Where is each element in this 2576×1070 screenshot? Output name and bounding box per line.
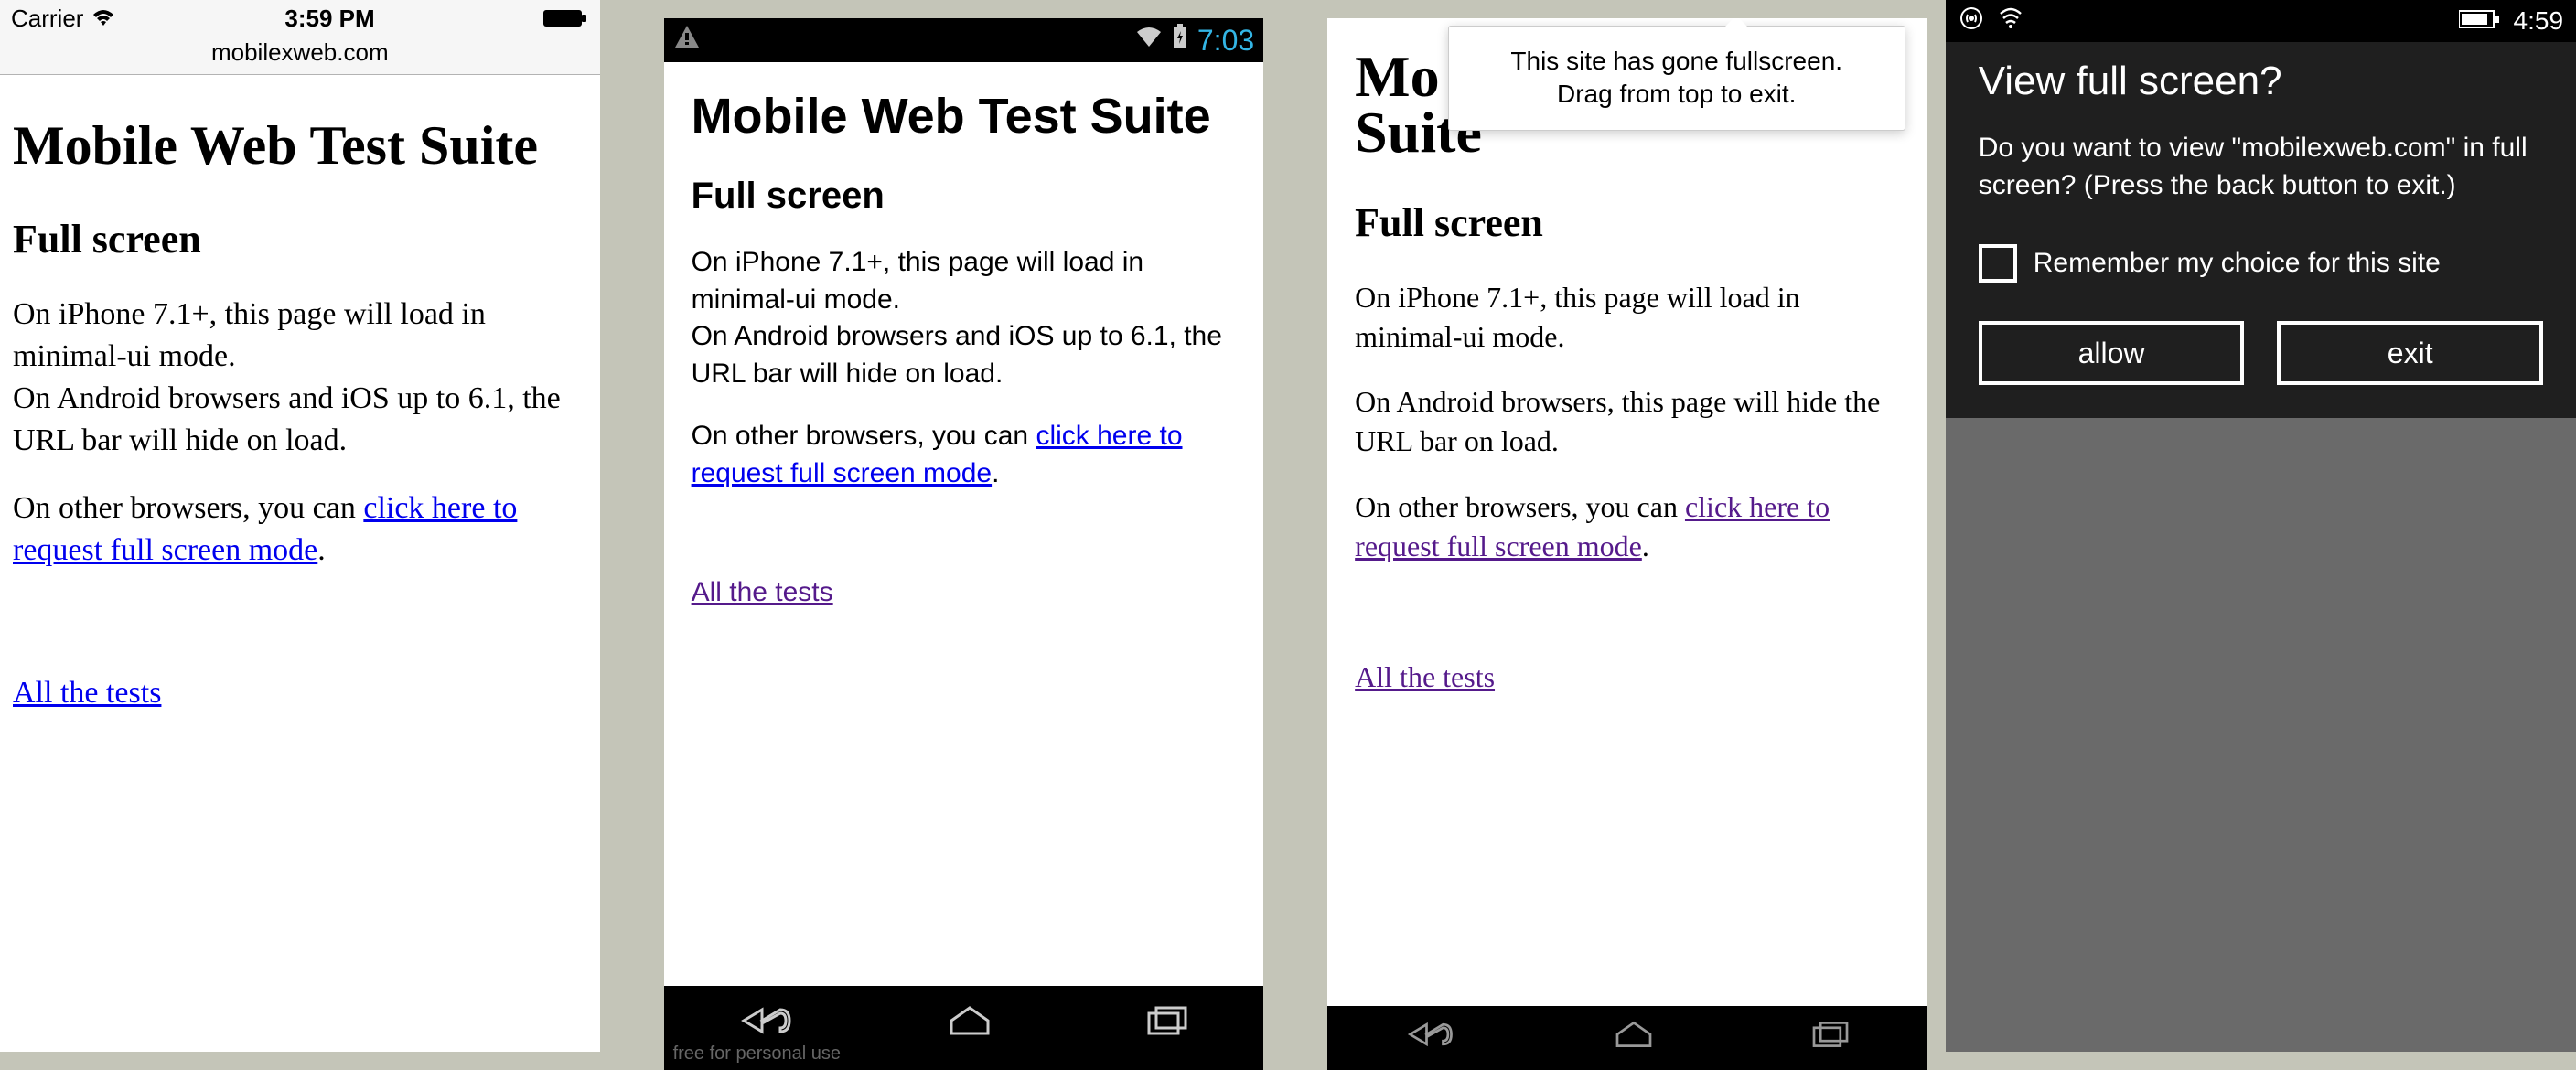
- body-text-2-suffix: .: [992, 458, 999, 488]
- windows-phone-panel: 4:59 View full screen? Do you want to vi…: [1946, 0, 2576, 1052]
- ios-status-bar: Carrier 3:59 PM: [0, 0, 600, 37]
- vibrate-icon: [1959, 5, 1984, 37]
- battery-charging-icon: [1172, 24, 1188, 57]
- footer-label: free for personal use: [673, 1043, 841, 1065]
- ios-url-bar[interactable]: mobilexweb.com: [0, 37, 600, 75]
- dialog-body: Do you want to view "mobilexweb.com" in …: [1979, 130, 2543, 204]
- dialog-title: View full screen?: [1979, 59, 2543, 104]
- recent-apps-icon[interactable]: [1805, 1018, 1856, 1055]
- android-nav-bar: free for personal use: [664, 986, 1264, 1070]
- recent-apps-icon[interactable]: [1142, 1002, 1193, 1043]
- body-text-1: On iPhone 7.1+, this page will load in m…: [692, 244, 1237, 392]
- android-status-bar: 7:03: [664, 18, 1264, 62]
- all-tests-link[interactable]: All the tests: [1355, 658, 1900, 697]
- body-text-2-suffix: .: [317, 533, 326, 567]
- body-text-2: On other browsers, you can click here to…: [1355, 487, 1900, 566]
- body-text-2: On other browsers, you can click here to…: [692, 418, 1237, 492]
- section-heading: Full screen: [692, 171, 1237, 220]
- status-time: 4:59: [2514, 6, 2564, 36]
- toast-line-2: Drag from top to exit.: [1475, 78, 1879, 111]
- body-text-2: On other browsers, you can click here to…: [13, 487, 587, 572]
- all-tests-link[interactable]: All the tests: [13, 672, 587, 714]
- fullscreen-dialog: View full screen? Do you want to view "m…: [1946, 42, 2576, 418]
- carrier-label: Carrier: [11, 5, 83, 33]
- battery-icon: [2459, 6, 2501, 36]
- home-icon[interactable]: [1605, 1018, 1663, 1055]
- url-text: mobilexweb.com: [211, 38, 389, 66]
- wifi-icon: [1997, 6, 2024, 37]
- section-heading: Full screen: [1355, 196, 1900, 250]
- checkbox-box[interactable]: [1979, 244, 2017, 283]
- page-content: Mobile Web Test Suite Full screen On iPh…: [0, 75, 600, 727]
- body-text-1b: On Android browsers, this page will hide…: [1355, 382, 1900, 461]
- android-nav-bar: [1327, 1006, 1927, 1070]
- remember-checkbox-row[interactable]: Remember my choice for this site: [1979, 244, 2543, 283]
- all-tests-link[interactable]: All the tests: [692, 574, 1237, 612]
- wifi-icon: [91, 9, 116, 27]
- body-text-1: On iPhone 7.1+, this page will load in m…: [13, 294, 587, 462]
- dialog-buttons: allow exit: [1979, 321, 2543, 385]
- back-icon[interactable]: [735, 1002, 799, 1043]
- android-chrome-panel: 7:03 Mobile Web Test Suite Full screen O…: [664, 18, 1264, 1070]
- body-text-2-prefix: On other browsers, you can: [1355, 490, 1685, 523]
- section-heading: Full screen: [13, 212, 587, 266]
- wifi-icon: [1135, 25, 1163, 56]
- back-icon[interactable]: [1399, 1018, 1463, 1055]
- body-text-2-prefix: On other browsers, you can: [13, 491, 363, 525]
- status-time: 7:03: [1197, 24, 1254, 58]
- page-title: Mobile Web Test Suite: [692, 90, 1237, 144]
- battery-icon: [543, 8, 589, 28]
- body-text-2-prefix: On other browsers, you can: [692, 421, 1036, 451]
- body-text-1a: On iPhone 7.1+, this page will load in m…: [1355, 278, 1900, 357]
- fullscreen-toast: This site has gone fullscreen. Drag from…: [1448, 26, 1905, 131]
- page-title: Mobile Web Test Suite: [13, 115, 587, 176]
- ios-safari-panel: Carrier 3:59 PM mobilexweb.com Mobile We…: [0, 0, 600, 1052]
- exit-button[interactable]: exit: [2277, 321, 2543, 385]
- wp-status-bar: 4:59: [1946, 0, 2576, 42]
- page-content: Mobile Web Test Suite Full screen On iPh…: [664, 62, 1264, 630]
- body-text-2-suffix: .: [1642, 530, 1649, 562]
- warning-icon: [673, 24, 701, 57]
- android-fullscreen-panel: MoSuite Full screen On iPhone 7.1+, this…: [1327, 18, 1927, 1070]
- toast-line-1: This site has gone fullscreen.: [1475, 45, 1879, 78]
- allow-button[interactable]: allow: [1979, 321, 2245, 385]
- home-icon[interactable]: [940, 1002, 999, 1043]
- remember-label: Remember my choice for this site: [2034, 248, 2441, 279]
- status-time: 3:59 PM: [284, 5, 374, 33]
